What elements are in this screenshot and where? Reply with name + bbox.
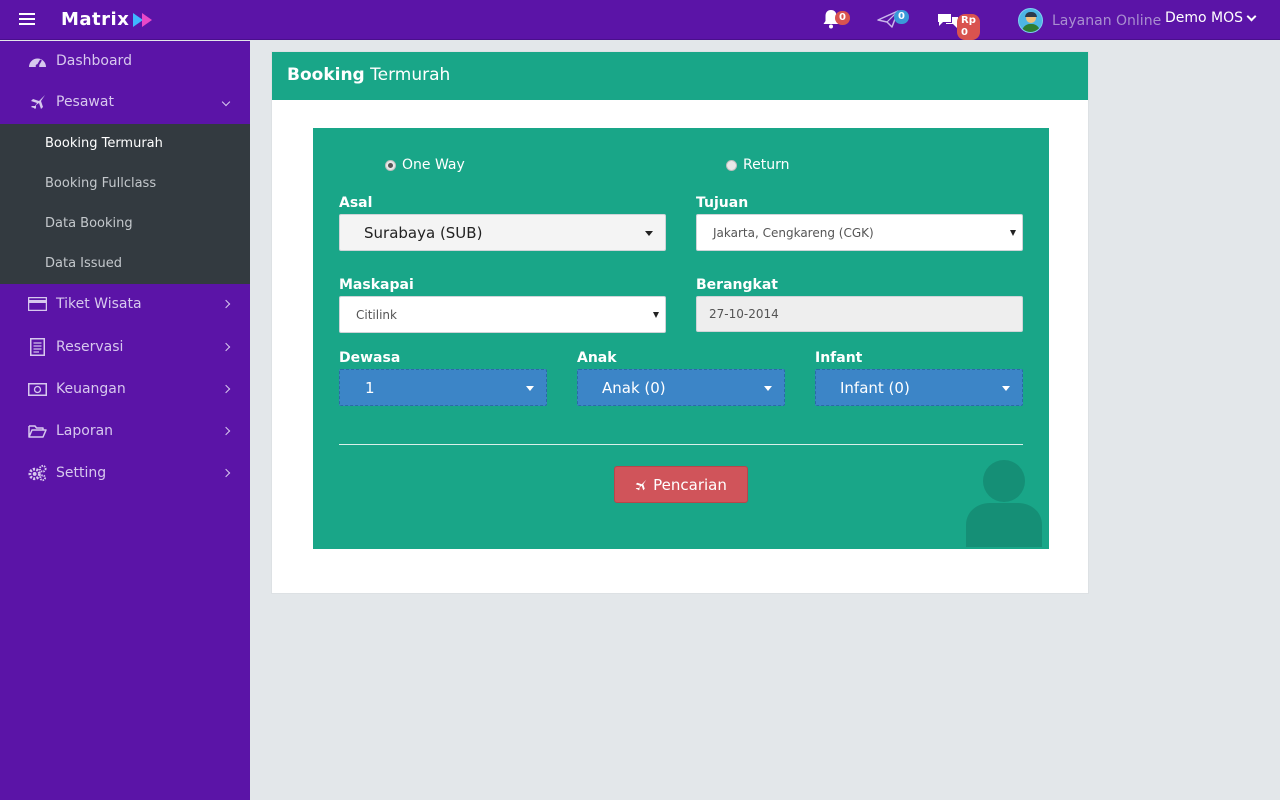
plane-icon	[635, 479, 647, 490]
sidebar-item-dashboard[interactable]: Dashboard	[0, 41, 250, 81]
tujuan-select[interactable]: Jakarta, Cengkareng (CGK)	[696, 214, 1023, 251]
sidebar-subitem-booking-termurah[interactable]: Booking Termurah	[45, 136, 163, 151]
sidebar-item-tiket-wisata[interactable]: Tiket Wisata	[0, 284, 250, 324]
chat-icon	[938, 14, 958, 28]
asal-label: Asal	[339, 195, 373, 211]
sidebar-item-label: Keuangan	[56, 381, 126, 397]
chevron-right-icon	[221, 468, 231, 478]
maskapai-label: Maskapai	[339, 277, 414, 293]
one-way-radio[interactable]: One Way	[385, 157, 465, 173]
sidebar-item-keuangan[interactable]: Keuangan	[0, 369, 250, 409]
booking-panel: Booking Termurah One Way Return Asal Sur…	[271, 51, 1089, 594]
divider	[339, 444, 1023, 445]
return-radio[interactable]: Return	[726, 157, 789, 173]
sidebar-item-label: Reservasi	[56, 339, 124, 355]
sidebar-item-label: Tiket Wisata	[56, 296, 142, 312]
messages-badge: 0	[894, 10, 909, 24]
anak-select[interactable]: Anak (0)	[577, 369, 785, 406]
chevron-right-icon	[221, 342, 231, 352]
balance-button[interactable]: Rp 0	[937, 12, 980, 40]
notifications-badge: 0	[835, 11, 850, 25]
messages-button[interactable]: 0	[877, 10, 909, 32]
card-icon	[28, 295, 47, 314]
sidebar-item-label: Dashboard	[56, 53, 132, 69]
dashboard-icon	[28, 52, 47, 71]
menu-toggle-icon[interactable]	[19, 13, 35, 26]
gears-icon	[28, 464, 47, 483]
sidebar-item-setting[interactable]: Setting	[0, 453, 250, 493]
chevron-down-icon	[1246, 11, 1257, 21]
folder-icon	[28, 422, 47, 441]
infant-select[interactable]: Infant (0)	[815, 369, 1023, 406]
sidebar-item-reservasi[interactable]: Reservasi	[0, 327, 250, 367]
online-label: Layanan Online	[1052, 12, 1162, 29]
user-silhouette-icon	[966, 460, 1042, 547]
search-button-label: Pencarian	[653, 475, 727, 494]
dewasa-value: 1	[365, 378, 375, 397]
dewasa-select[interactable]: 1	[339, 369, 547, 406]
sidebar-subitem-booking-fullclass[interactable]: Booking Fullclass	[45, 176, 156, 191]
chevron-right-icon	[221, 426, 231, 436]
maskapai-select[interactable]: Citilink	[339, 296, 666, 333]
notifications-button[interactable]: 0	[822, 9, 850, 33]
caret-down-icon	[764, 386, 772, 391]
one-way-label: One Way	[402, 157, 465, 173]
brand-logo[interactable]: Matrix	[61, 9, 153, 30]
sidebar-subitem-data-booking[interactable]: Data Booking	[45, 216, 133, 231]
search-button[interactable]: Pencarian	[614, 466, 748, 503]
caret-down-icon	[1002, 386, 1010, 391]
sidebar-item-pesawat[interactable]: Pesawat	[0, 82, 250, 122]
pesawat-submenu: Booking Termurah Booking Fullclass Data …	[0, 124, 250, 284]
sidebar-item-label: Pesawat	[56, 94, 114, 110]
brand-name: Matrix	[61, 9, 130, 30]
radio-selected-icon	[385, 159, 396, 171]
caret-down-icon	[1010, 230, 1016, 236]
online-service[interactable]: Layanan Online	[1018, 8, 1161, 33]
caret-down-icon	[653, 312, 659, 318]
anak-value: Anak (0)	[602, 378, 666, 397]
user-name: Demo MOS	[1165, 10, 1244, 26]
sidebar-item-label: Laporan	[56, 423, 114, 439]
sidebar: Dashboard Pesawat Booking Termurah Booki…	[0, 41, 250, 800]
balance-badge: Rp 0	[957, 14, 980, 40]
caret-down-icon	[645, 231, 653, 236]
avatar	[1018, 8, 1043, 33]
return-label: Return	[743, 157, 790, 173]
play-logo-icon	[133, 12, 153, 27]
panel-title-bold: Booking	[287, 65, 365, 85]
top-bar: Matrix 0 0 Rp 0 Layanan Online Demo MOS	[0, 0, 1280, 40]
dewasa-label: Dewasa	[339, 350, 401, 366]
infant-value: Infant (0)	[840, 378, 910, 397]
panel-title-rest: Termurah	[370, 65, 451, 85]
sidebar-item-laporan[interactable]: Laporan	[0, 411, 250, 451]
plane-icon	[28, 93, 47, 112]
berangkat-date-input[interactable]: 27-10-2014	[696, 296, 1023, 332]
sidebar-subitem-data-issued[interactable]: Data Issued	[45, 256, 122, 271]
chevron-down-icon	[221, 97, 231, 107]
chevron-right-icon	[221, 299, 231, 309]
chevron-right-icon	[221, 384, 231, 394]
radio-unselected-icon	[726, 159, 737, 171]
user-menu[interactable]: Demo MOS	[1165, 10, 1257, 26]
document-icon	[28, 338, 47, 357]
money-icon	[28, 380, 47, 399]
sidebar-item-label: Setting	[56, 465, 107, 481]
panel-title: Booking Termurah	[272, 52, 1088, 100]
berangkat-label: Berangkat	[696, 277, 778, 293]
asal-select[interactable]: Surabaya (SUB)	[339, 214, 666, 251]
tujuan-value: Jakarta, Cengkareng (CGK)	[713, 225, 874, 240]
tujuan-label: Tujuan	[696, 195, 749, 211]
infant-label: Infant	[815, 350, 863, 366]
asal-value: Surabaya (SUB)	[364, 223, 483, 242]
maskapai-value: Citilink	[356, 307, 397, 322]
search-form: One Way Return Asal Surabaya (SUB) Tujua…	[313, 128, 1049, 549]
caret-down-icon	[526, 386, 534, 391]
anak-label: Anak	[577, 350, 617, 366]
